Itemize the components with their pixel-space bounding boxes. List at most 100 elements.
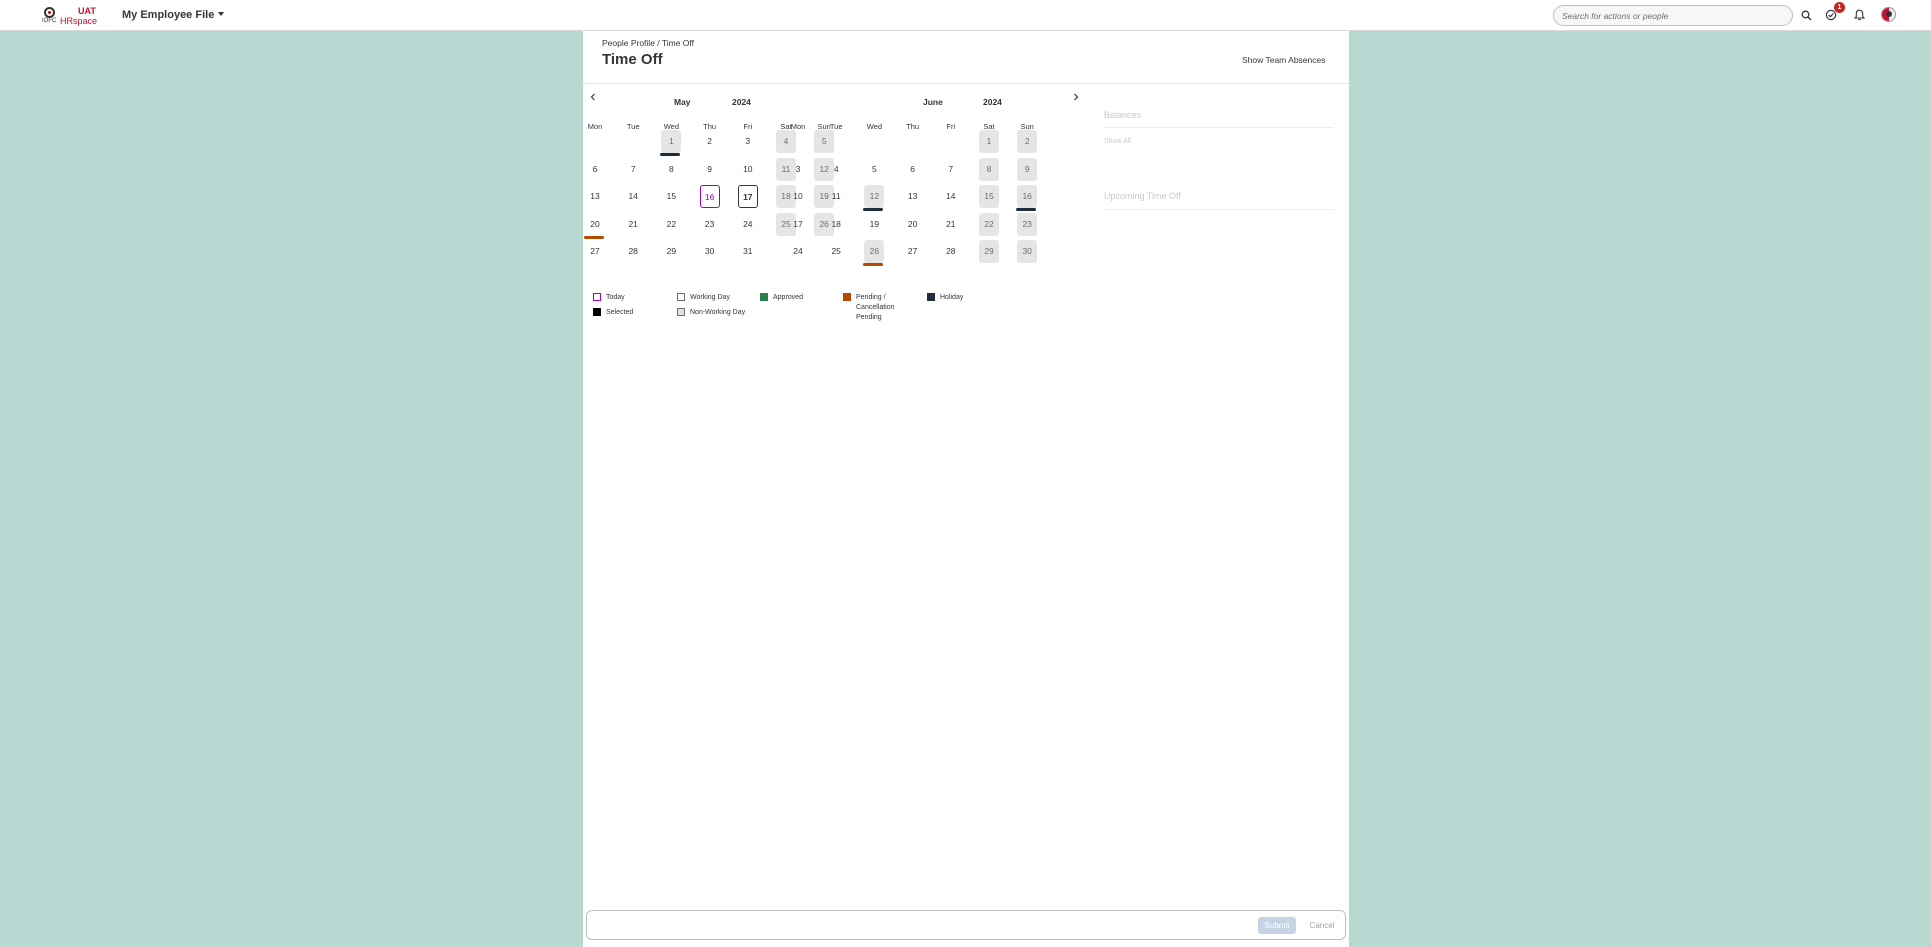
- calendar-day-june-14[interactable]: 14: [941, 185, 961, 208]
- calendar-day-june-18[interactable]: 18: [826, 213, 846, 236]
- calendar-day-may-24[interactable]: 24: [738, 213, 758, 236]
- time-off-page: People Profile / Time Off Time Off Show …: [583, 31, 1349, 947]
- calendar-day-june-28[interactable]: 28: [941, 240, 961, 263]
- cancel-button[interactable]: Cancel: [1305, 917, 1339, 934]
- calendar-day-may-14[interactable]: 14: [623, 185, 643, 208]
- calendar-day-june-15[interactable]: 15: [979, 185, 999, 208]
- calendar-day-may-4[interactable]: 4: [776, 130, 796, 153]
- calendar-day-june-20[interactable]: 20: [903, 213, 923, 236]
- weekday-header: Tue: [626, 122, 640, 131]
- calendar-day-june-12[interactable]: 12: [863, 185, 885, 211]
- logo-product: HRspace: [60, 16, 98, 26]
- calendar-day-may-7[interactable]: 7: [623, 158, 643, 181]
- calendar-day-june-8[interactable]: 8: [979, 158, 999, 181]
- year-june-button[interactable]: 2024: [983, 97, 1002, 107]
- calendar-day-june-1[interactable]: 1: [979, 130, 999, 153]
- calendar-day-june-30[interactable]: 30: [1017, 240, 1038, 263]
- breadcrumb-people-profile[interactable]: People Profile: [602, 38, 655, 48]
- calendar-day-june-21[interactable]: 21: [941, 213, 961, 236]
- logo-org: IOFC: [42, 18, 57, 24]
- weekday-header: Fri: [946, 122, 956, 131]
- submit-button[interactable]: Submit: [1258, 917, 1296, 934]
- calendar-day-may-30[interactable]: 30: [700, 240, 720, 263]
- legend-label: Today: [606, 294, 625, 301]
- calendar-day-may-13[interactable]: 13: [585, 185, 605, 208]
- calendar-day-may-6[interactable]: 6: [585, 158, 605, 181]
- legend-label: Approved: [773, 294, 803, 301]
- calendar-day-june-13[interactable]: 13: [903, 185, 923, 208]
- legend-swatch: [593, 293, 601, 301]
- calendar-day-june-5[interactable]: 5: [864, 158, 884, 181]
- calendar-day-june-2[interactable]: 2: [1017, 130, 1038, 153]
- calendar-day-may-3[interactable]: 3: [738, 130, 758, 153]
- calendar-day-june-27[interactable]: 27: [903, 240, 923, 263]
- calendar-day-may-10[interactable]: 10: [738, 158, 758, 181]
- calendar-day-june-22[interactable]: 22: [979, 213, 999, 236]
- company-logo[interactable]: IOFC UAT HRspace: [40, 5, 98, 27]
- calendar-day-june-24[interactable]: 24: [788, 240, 808, 263]
- calendar-day-may-27[interactable]: 27: [585, 240, 605, 263]
- search-input[interactable]: [1553, 5, 1793, 26]
- calendar-day-june-4[interactable]: 4: [826, 158, 846, 181]
- calendar-day-may-2[interactable]: 2: [700, 130, 720, 153]
- calendar-day-june-25[interactable]: 25: [826, 240, 846, 263]
- calendar-day-june-6[interactable]: 6: [903, 158, 923, 181]
- calendar-day-june-10[interactable]: 10: [788, 185, 808, 208]
- prev-month-button[interactable]: [586, 92, 600, 106]
- calendar-day-may-31[interactable]: 31: [738, 240, 758, 263]
- breadcrumb-separator: /: [654, 38, 662, 48]
- legend-label: Pending / Cancellation Pending: [856, 294, 895, 321]
- calendar-day-june-16[interactable]: 16: [1016, 185, 1038, 211]
- next-month-button[interactable]: [1069, 92, 1083, 106]
- calendar-day-may-20[interactable]: 20: [584, 213, 605, 239]
- calendar-day-may-28[interactable]: 28: [623, 240, 643, 263]
- calendar-day-june-7[interactable]: 7: [941, 158, 961, 181]
- calendar-day-june-17[interactable]: 17: [788, 213, 808, 236]
- balances-title: Balances: [1104, 110, 1142, 120]
- legend-item: Holiday: [927, 293, 963, 303]
- legend-item: Non-Working Day: [677, 308, 745, 318]
- calendar-day-may-16[interactable]: 16: [699, 185, 720, 208]
- calendar-day-may-15[interactable]: 15: [661, 185, 681, 208]
- calendar-day-may-9[interactable]: 9: [700, 158, 720, 181]
- calendar-day-may-29[interactable]: 29: [661, 240, 681, 263]
- month-june-button[interactable]: June: [923, 97, 943, 107]
- app-title: My Employee File: [122, 9, 215, 21]
- calendar-day-may-23[interactable]: 23: [700, 213, 720, 236]
- calendar-day-june-19[interactable]: 19: [864, 213, 884, 236]
- calendar-day-june-3[interactable]: 3: [788, 158, 808, 181]
- calendar-day-june-29[interactable]: 29: [979, 240, 999, 263]
- show-all-link[interactable]: Show All: [1104, 138, 1131, 145]
- user-avatar[interactable]: [1881, 7, 1896, 22]
- chevron-down-icon: [218, 12, 225, 16]
- calendar-day-june-23[interactable]: 23: [1017, 213, 1038, 236]
- calendar-day-june-9[interactable]: 9: [1017, 158, 1038, 181]
- logo-env: UAT: [78, 6, 96, 16]
- calendar-day-june-26[interactable]: 26: [863, 240, 885, 266]
- weekday-header: Mon: [790, 122, 806, 131]
- legend-item: Today: [593, 293, 625, 303]
- calendar-day-may-17[interactable]: 17: [737, 185, 758, 208]
- holiday-marker: [660, 153, 681, 156]
- month-may-button[interactable]: May: [674, 97, 691, 107]
- legend-label: Working Day: [690, 294, 730, 301]
- calendar-day-may-22[interactable]: 22: [661, 213, 681, 236]
- calendar-day-may-5[interactable]: 5: [814, 130, 835, 153]
- calendar-day-june-11[interactable]: 11: [826, 185, 846, 208]
- pending-marker: [584, 236, 604, 239]
- legend-swatch: [927, 293, 935, 301]
- app-title-menu[interactable]: My Employee File: [122, 9, 225, 21]
- legend-label: Holiday: [940, 294, 964, 301]
- calendar-day-may-21[interactable]: 21: [623, 213, 643, 236]
- weekday-header: Wed: [866, 122, 883, 131]
- year-may-button[interactable]: 2024: [732, 97, 751, 107]
- search-icon[interactable]: [1799, 8, 1813, 22]
- calendar-day-may-1[interactable]: 1: [660, 130, 682, 156]
- show-team-absences-button[interactable]: Show Team Absences: [1242, 55, 1325, 65]
- bell-icon[interactable]: [1852, 8, 1866, 22]
- calendar-day-may-8[interactable]: 8: [661, 158, 681, 181]
- chevron-left-icon: [590, 93, 595, 101]
- legend-item: Working Day: [677, 293, 730, 303]
- legend-swatch: [593, 308, 601, 316]
- legend-swatch: [677, 308, 685, 316]
